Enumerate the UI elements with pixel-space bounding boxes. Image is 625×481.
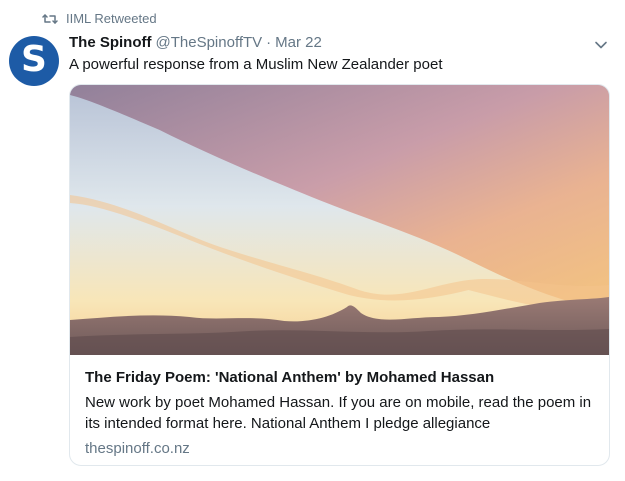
retweet-icon: [42, 14, 58, 24]
display-name[interactable]: The Spinoff: [69, 34, 152, 51]
retweet-label[interactable]: IIML Retweeted: [66, 11, 157, 26]
separator-dot: ·: [266, 34, 272, 51]
card-description: New work by poet Mohamed Hassan. If you …: [85, 394, 592, 432]
link-card[interactable]: The Friday Poem: 'National Anthem' by Mo…: [69, 84, 610, 466]
tweet[interactable]: IIML Retweeted S The Spinoff @TheSpinoff…: [0, 0, 625, 481]
retweet-context: IIML Retweeted: [42, 10, 157, 26]
card-domain[interactable]: thespinoff.co.nz: [85, 440, 594, 457]
user-handle[interactable]: @TheSpinoffTV: [156, 34, 263, 51]
avatar-logo-letter: S: [21, 39, 47, 80]
card-body: The Friday Poem: 'National Anthem' by Mo…: [70, 355, 609, 457]
tweet-text: A powerful response from a Muslim New Ze…: [69, 56, 443, 73]
chevron-down-icon[interactable]: [593, 37, 609, 53]
tweet-header: The Spinoff @TheSpinoffTV · Mar 22: [69, 34, 322, 51]
card-image[interactable]: [70, 85, 609, 355]
avatar[interactable]: S: [9, 36, 59, 86]
tweet-date[interactable]: Mar 22: [275, 34, 322, 51]
card-title[interactable]: The Friday Poem: 'National Anthem' by Mo…: [85, 369, 594, 386]
